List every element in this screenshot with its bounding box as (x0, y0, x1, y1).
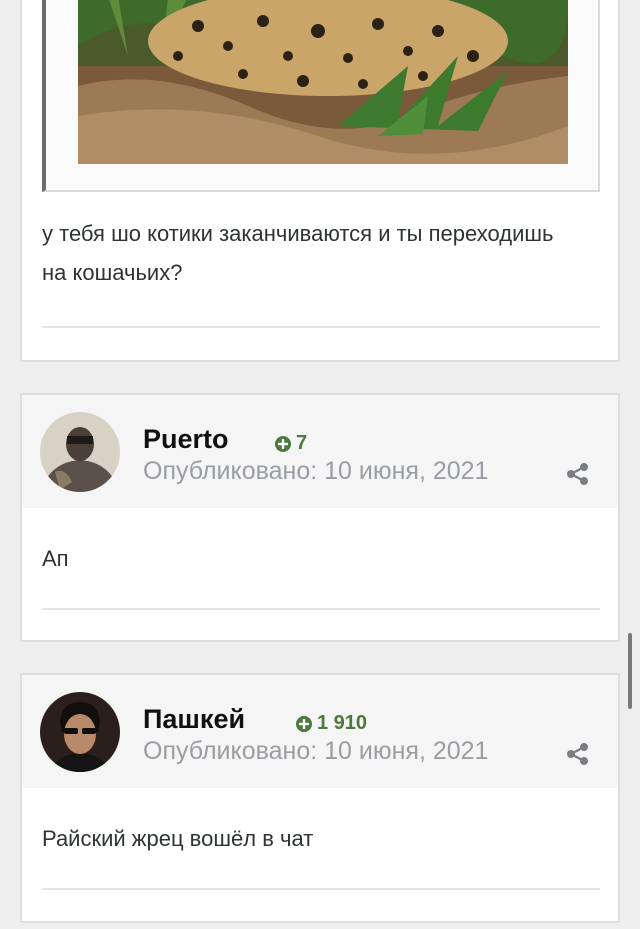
post-card: Пашкей 1 910 Опубликовано: 10 июня, 2021… (20, 673, 620, 923)
published-date[interactable]: Опубликовано: 10 июня, 2021 (143, 737, 488, 766)
reputation-value: 1 910 (317, 712, 368, 734)
plus-circle-icon (274, 435, 292, 453)
post-header: Puerto 7 Опубликовано: 10 июня, 2021 (22, 395, 618, 508)
scrollbar[interactable] (628, 633, 632, 709)
post-text: Ап (42, 546, 69, 571)
reputation-value: 7 (296, 432, 308, 454)
quote-block (42, 0, 600, 192)
published-date[interactable]: Опубликовано: 10 июня, 2021 (143, 457, 488, 486)
avatar[interactable] (40, 412, 120, 492)
reputation-badge: 1 910 (295, 712, 367, 735)
avatar[interactable] (40, 692, 120, 772)
post-card: Puerto 7 Опубликовано: 10 июня, 2021 Ап (20, 393, 620, 642)
post-text: у тебя шо котики заканчиваются и ты пере… (42, 221, 554, 285)
author-name[interactable]: Puerto (143, 424, 229, 455)
divider (42, 888, 600, 890)
post-text: Райский жрец вошёл в чат (42, 826, 314, 851)
quoted-image[interactable] (78, 0, 568, 164)
post-header: Пашкей 1 910 Опубликовано: 10 июня, 2021 (22, 675, 618, 788)
post-card: у тебя шо котики заканчиваются и ты пере… (20, 0, 620, 362)
divider (42, 608, 600, 610)
share-icon[interactable] (565, 461, 591, 487)
divider (42, 326, 600, 328)
plus-circle-icon (295, 715, 313, 733)
author-name[interactable]: Пашкей (143, 704, 245, 735)
reputation-badge: 7 (274, 432, 307, 455)
share-icon[interactable] (565, 741, 591, 767)
